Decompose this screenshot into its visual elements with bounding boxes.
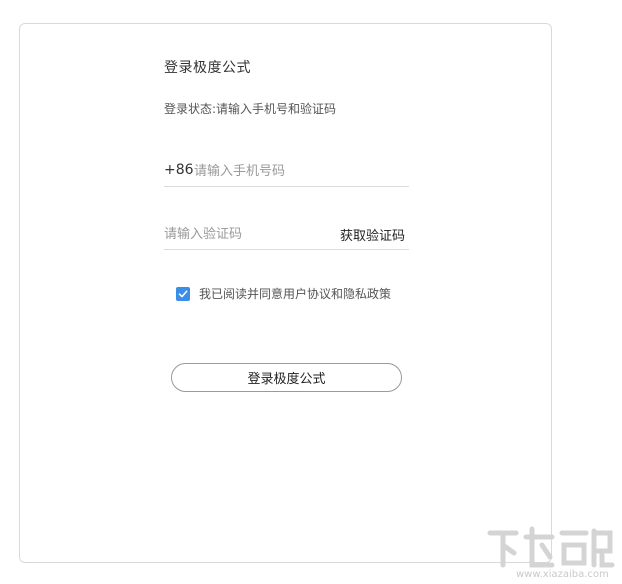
login-button[interactable]: 登录极度公式	[171, 363, 402, 392]
login-title: 登录极度公式	[164, 60, 251, 76]
agreement-label: 我已阅读并同意用户协议和隐私政策	[199, 287, 392, 301]
checkmark-icon	[178, 290, 188, 297]
country-code-prefix: +86	[164, 162, 194, 178]
watermark-url: www.xiazaiba.com	[516, 569, 609, 580]
agreement-checkbox[interactable]	[176, 286, 190, 301]
watermark-logo: www.xiazaiba.com	[486, 525, 616, 583]
agreement-row: 我已阅读并同意用户协议和隐私政策	[176, 285, 391, 302]
verification-code-field: 获取验证码	[164, 220, 409, 250]
verification-code-input[interactable]	[164, 222, 324, 246]
phone-input[interactable]	[194, 159, 404, 183]
phone-field: +86	[164, 157, 409, 187]
login-status-text: 登录状态:请输入手机号和验证码	[164, 102, 337, 116]
watermark-icon	[487, 526, 615, 568]
get-code-button[interactable]: 获取验证码	[340, 225, 405, 244]
